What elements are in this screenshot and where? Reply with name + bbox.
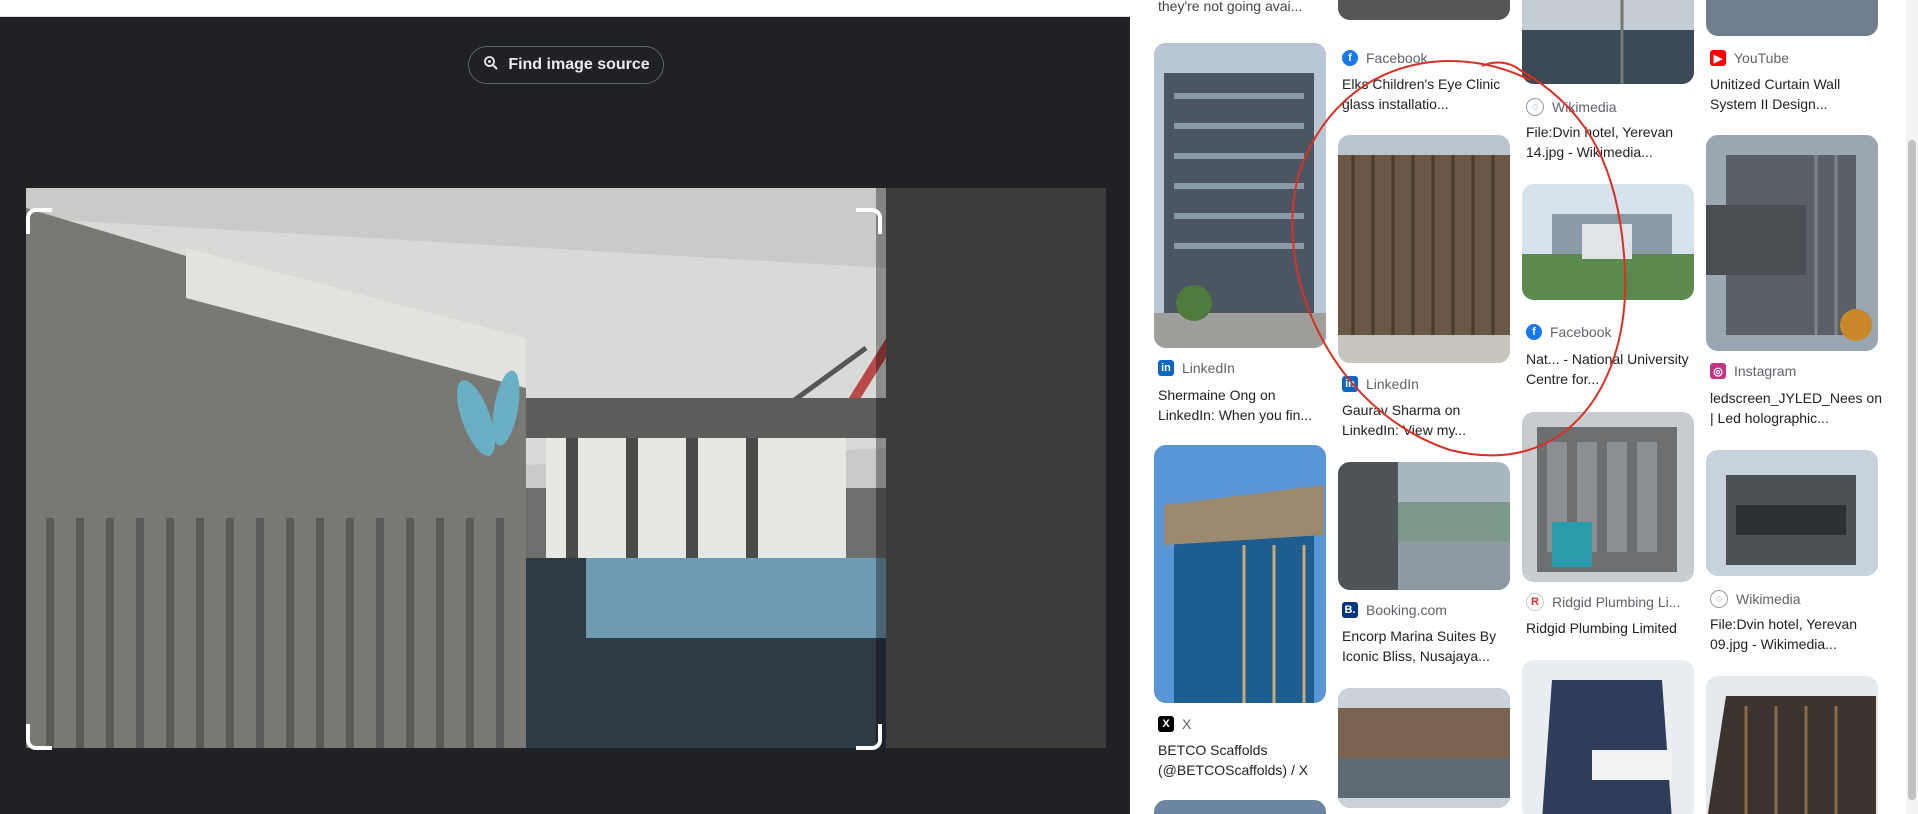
- result-title[interactable]: Ridgid Plumbing Limited: [1526, 618, 1698, 638]
- facebook-icon: f: [1526, 324, 1542, 340]
- result-thumbnail[interactable]: [1522, 412, 1694, 582]
- lens-search-icon: [482, 54, 500, 77]
- source-photo: [26, 188, 1106, 748]
- result-source[interactable]: ◌ Wikimedia: [1710, 590, 1801, 608]
- result-source[interactable]: ◌ Wikimedia: [1526, 98, 1617, 116]
- crop-handle-bottom-right[interactable]: [856, 724, 882, 750]
- result-thumbnail[interactable]: [1338, 688, 1510, 808]
- result-title[interactable]: Shermaine Ong on LinkedIn: When you fin.…: [1158, 385, 1330, 425]
- wikimedia-icon: ◌: [1526, 98, 1544, 116]
- result-source[interactable]: in LinkedIn: [1342, 376, 1419, 392]
- linkedin-icon: in: [1342, 376, 1358, 392]
- result-thumbnail[interactable]: [1338, 0, 1510, 20]
- result-thumbnail[interactable]: [1154, 800, 1326, 814]
- result-thumbnail[interactable]: [1154, 445, 1326, 703]
- result-title[interactable]: Elks Children's Eye Clinic glass install…: [1342, 74, 1514, 114]
- crop-handle-top-right[interactable]: [856, 208, 882, 234]
- find-image-source-button[interactable]: Find image source: [468, 46, 664, 84]
- result-thumbnail[interactable]: [1522, 184, 1694, 300]
- result-thumbnail[interactable]: [1522, 660, 1694, 814]
- result-title[interactable]: Gaurav Sharma on LinkedIn: View my...: [1342, 400, 1514, 440]
- youtube-icon: ▶: [1710, 50, 1726, 66]
- find-image-source-label: Find image source: [508, 56, 650, 73]
- result-title[interactable]: BETCO Scaffolds (@BETCOScaffolds) / X: [1158, 740, 1330, 780]
- cut-off-title: they're not going avai...: [1158, 0, 1303, 14]
- result-source[interactable]: in LinkedIn: [1158, 360, 1235, 376]
- result-thumbnail[interactable]: [1522, 0, 1694, 84]
- result-thumbnail[interactable]: [1338, 135, 1510, 363]
- wikimedia-icon: ◌: [1710, 590, 1728, 608]
- result-source[interactable]: f Facebook: [1526, 324, 1611, 340]
- instagram-icon: ◎: [1710, 363, 1726, 379]
- result-title[interactable]: Unitized Curtain Wall System II Design..…: [1710, 74, 1882, 114]
- result-title[interactable]: File:Dvin hotel, Yerevan 09.jpg - Wikime…: [1710, 614, 1882, 654]
- x-icon: X: [1158, 716, 1174, 732]
- result-title[interactable]: File:Dvin hotel, Yerevan 14.jpg - Wikime…: [1526, 122, 1698, 162]
- result-thumbnail[interactable]: [1338, 462, 1510, 590]
- facebook-icon: f: [1342, 50, 1358, 66]
- image-preview-panel: Find image source: [0, 0, 1130, 814]
- crop-handle-top-left[interactable]: [26, 208, 52, 234]
- result-thumbnail[interactable]: [1706, 450, 1878, 576]
- ridgid-icon: R: [1526, 593, 1544, 611]
- result-thumbnail[interactable]: [1154, 43, 1326, 348]
- crop-handle-bottom-left[interactable]: [26, 724, 52, 750]
- visual-matches-panel: they're not going avai... in LinkedIn Sh…: [1130, 0, 1918, 814]
- result-title[interactable]: Nat... - National University Centre for.…: [1526, 349, 1698, 389]
- scrollbar-thumb[interactable]: [1908, 140, 1916, 800]
- result-thumbnail[interactable]: [1706, 0, 1878, 36]
- result-source[interactable]: X X: [1158, 716, 1191, 732]
- top-strip: [0, 0, 1130, 17]
- result-source[interactable]: B. Booking.com: [1342, 602, 1447, 618]
- result-source[interactable]: f Facebook: [1342, 50, 1427, 66]
- result-source[interactable]: R Ridgid Plumbing Li...: [1526, 593, 1680, 611]
- result-title[interactable]: Encorp Marina Suites By Iconic Bliss, Nu…: [1342, 626, 1514, 666]
- linkedin-icon: in: [1158, 360, 1174, 376]
- result-title[interactable]: ledscreen_JYLED_Nees on | Led holographi…: [1710, 388, 1882, 428]
- result-thumbnail[interactable]: [1706, 676, 1878, 814]
- booking-icon: B.: [1342, 602, 1358, 618]
- result-source[interactable]: ◎ Instagram: [1710, 363, 1796, 379]
- result-thumbnail[interactable]: [1706, 135, 1878, 351]
- crop-outside-shade: [876, 188, 1106, 748]
- result-source[interactable]: ▶ YouTube: [1710, 50, 1789, 66]
